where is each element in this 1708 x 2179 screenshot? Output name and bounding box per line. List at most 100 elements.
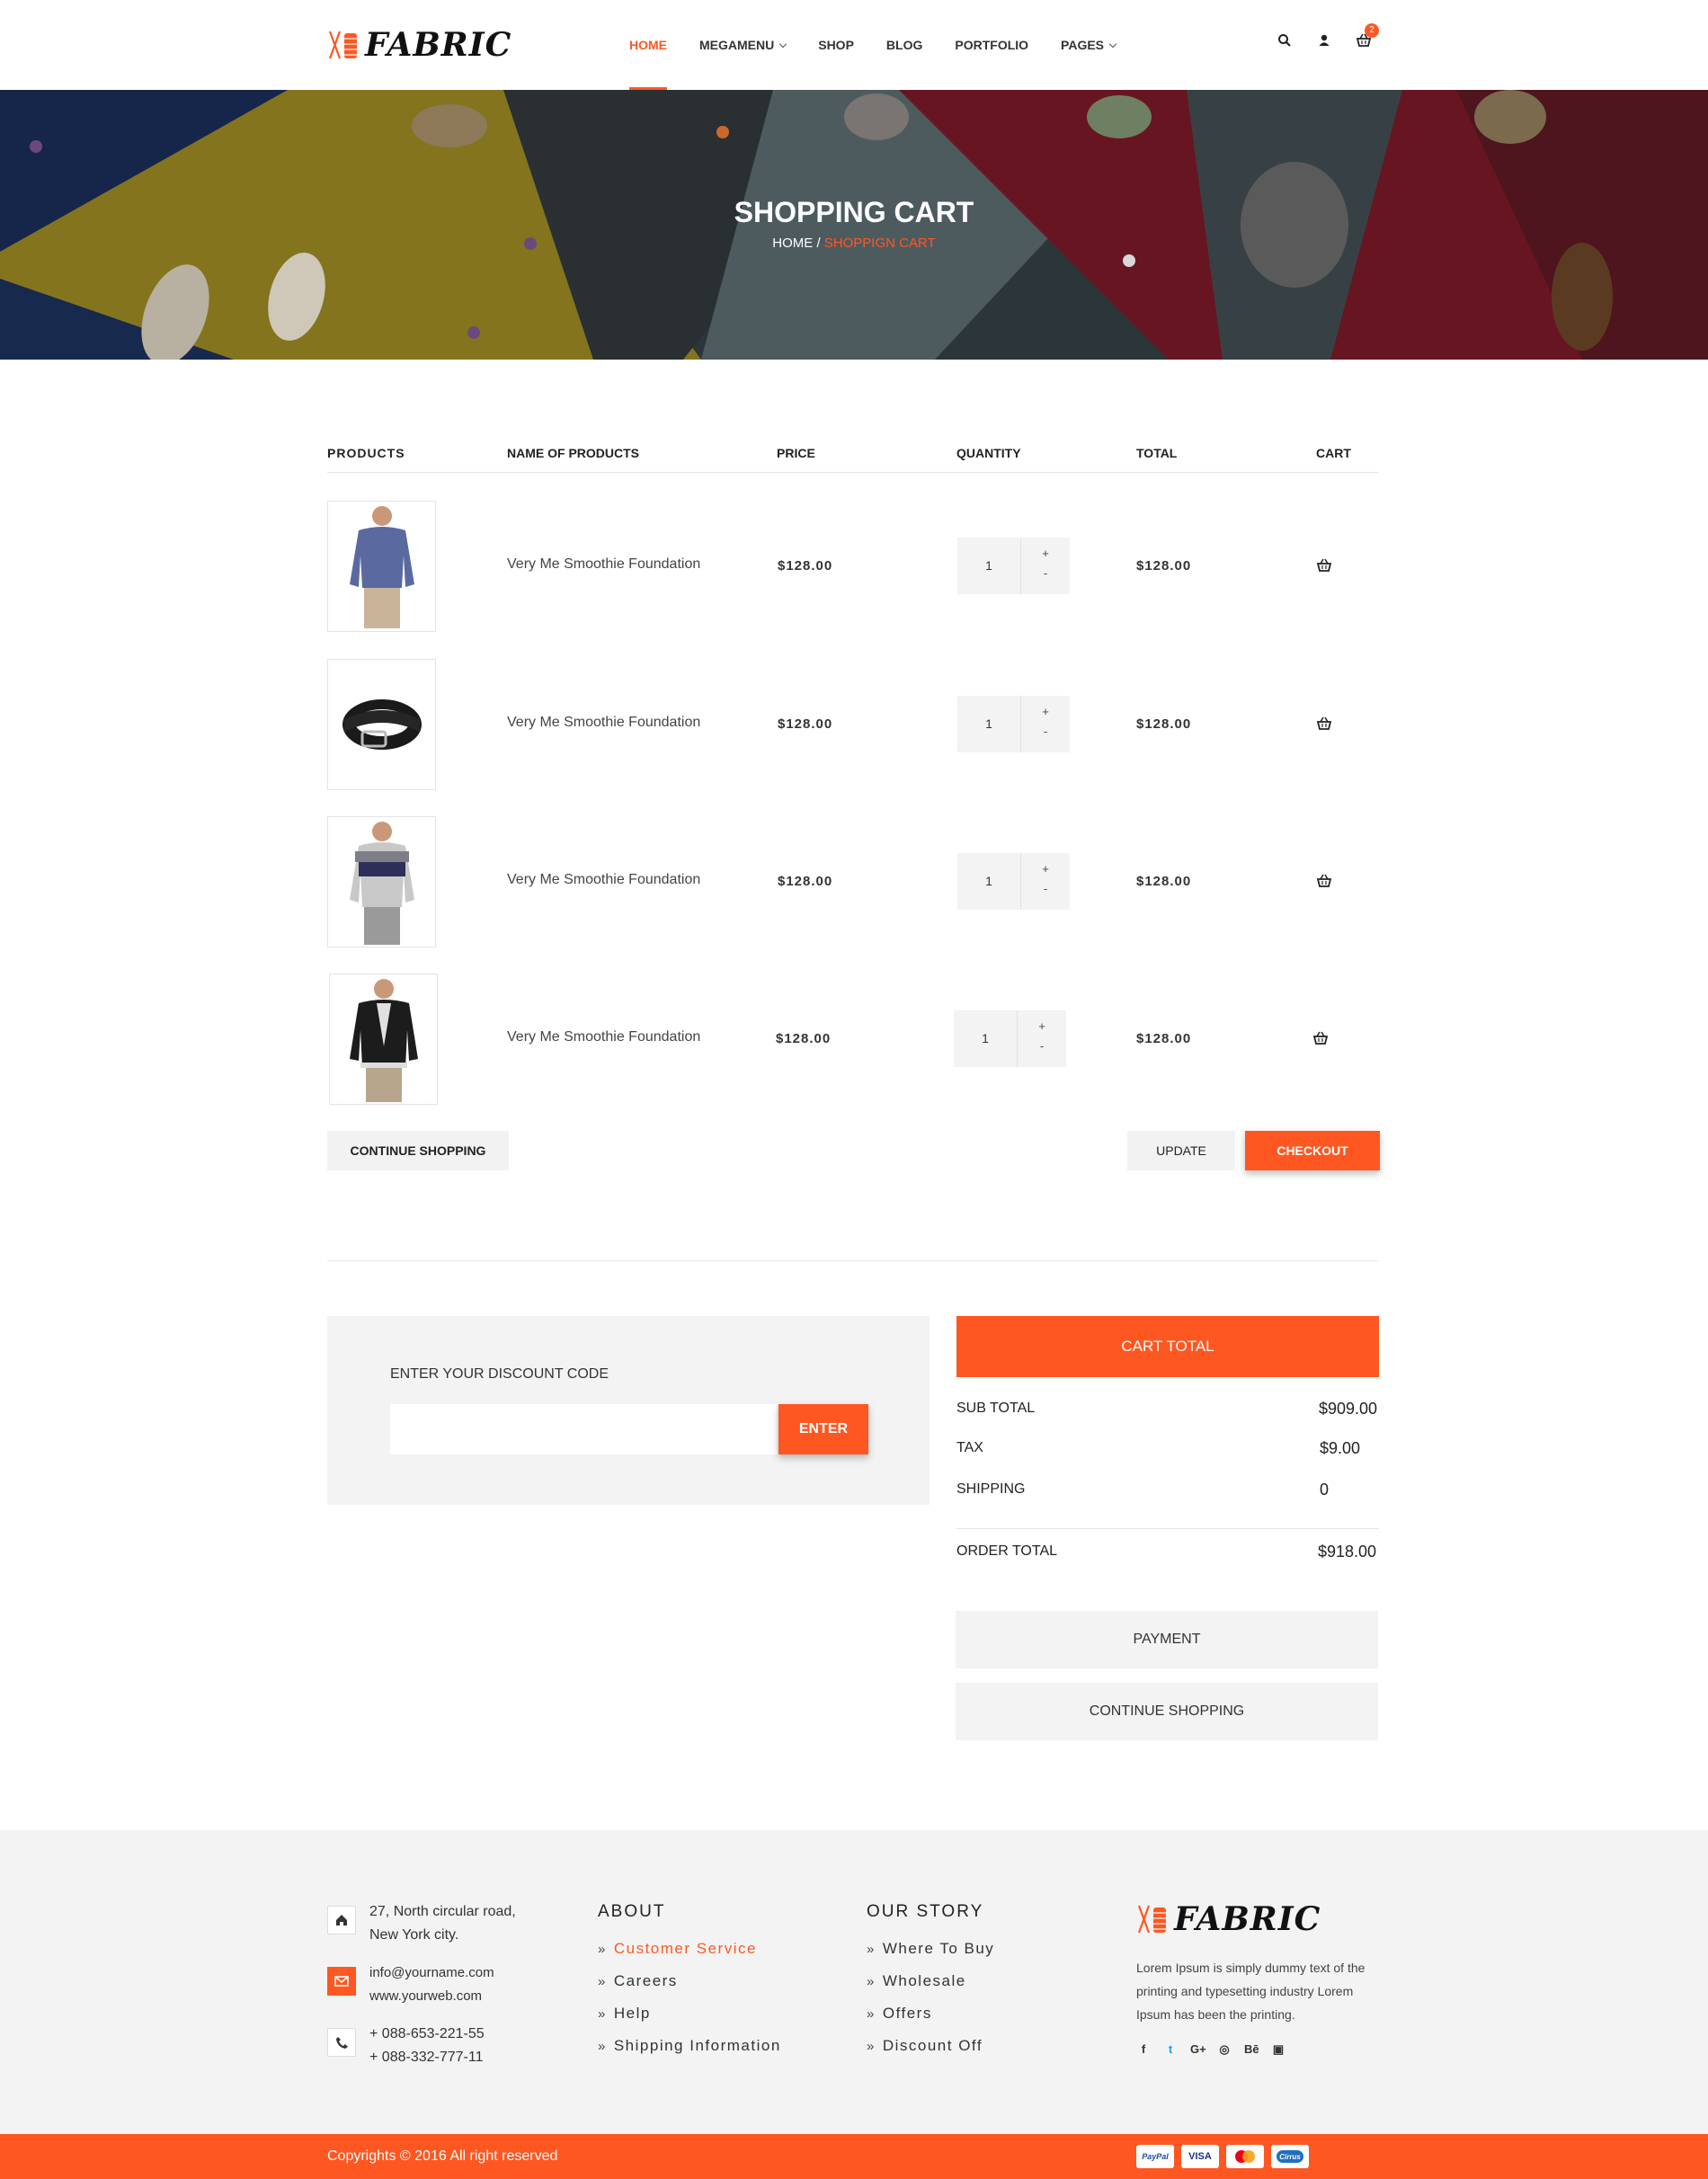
product-price: $128.00	[778, 558, 833, 574]
breadcrumb-current: SHOPPIGN CART	[823, 236, 936, 251]
tax-label: TAX	[956, 1440, 983, 1455]
footer-link-wholesale[interactable]: » Wholesale	[867, 1972, 966, 1990]
social-links: f t G+ ◎ Bē ▣	[1136, 2042, 1285, 2057]
nav-portfolio-label: PORTFOLIO	[955, 38, 1029, 52]
cart-count-badge: 2	[1365, 23, 1379, 38]
breadcrumb-separator: /	[813, 236, 824, 251]
breadcrumb-home[interactable]: HOME	[772, 236, 813, 251]
mastercard-card-icon	[1226, 2145, 1264, 2168]
user-icon[interactable]	[1316, 32, 1332, 49]
quantity-stepper: 1 + -	[957, 853, 1070, 910]
footer-link-discount[interactable]: » Discount Off	[867, 2037, 983, 2055]
nav-shop-label: SHOP	[818, 38, 854, 52]
nav-home[interactable]: HOME	[629, 0, 667, 90]
footer-link-careers[interactable]: » Careers	[598, 1972, 678, 1990]
quantity-plus-button[interactable]: +	[1021, 705, 1070, 718]
quantity-stepper: 1 + -	[957, 538, 1070, 594]
quantity-value[interactable]: 1	[957, 853, 1020, 910]
product-name[interactable]: Very Me Smoothie Foundation	[507, 1029, 700, 1045]
update-button[interactable]: UPDATE	[1127, 1131, 1235, 1170]
youtube-icon[interactable]: ▣	[1271, 2042, 1285, 2057]
blue-sweater-image	[350, 506, 414, 628]
logo-text: FABRIC	[365, 26, 512, 64]
footer-link-customer-service[interactable]: » Customer Service	[598, 1940, 757, 1958]
product-image[interactable]	[327, 659, 436, 790]
basket-icon[interactable]	[1312, 1030, 1329, 1046]
product-image[interactable]	[329, 974, 438, 1105]
nav-pages-label: PAGES	[1061, 38, 1105, 52]
quantity-plus-button[interactable]: +	[1021, 862, 1070, 876]
footer-link-where-to-buy[interactable]: » Where To Buy	[867, 1940, 994, 1958]
product-image[interactable]	[327, 501, 436, 632]
home-icon	[336, 1915, 347, 1926]
facebook-icon[interactable]: f	[1136, 2042, 1151, 2057]
basket-icon[interactable]	[1316, 873, 1332, 889]
quantity-plus-button[interactable]: +	[1018, 1019, 1066, 1033]
behance-icon[interactable]: Bē	[1244, 2042, 1259, 2057]
payment-button[interactable]: PAYMENT	[956, 1611, 1378, 1668]
basket-icon[interactable]	[1316, 557, 1332, 574]
breadcrumb: HOME / SHOPPIGN CART	[0, 236, 1708, 251]
main-nav: HOME MEGAMENU SHOP BLOG PORTFOLIO PAGES	[629, 0, 1148, 90]
checkout-button[interactable]: CHECKOUT	[1245, 1131, 1380, 1170]
quantity-value[interactable]: 1	[957, 696, 1020, 752]
footer-link-help[interactable]: » Help	[598, 2005, 651, 2023]
our-story-heading: OUR STORY	[867, 1902, 984, 1921]
dribbble-icon[interactable]: ◎	[1217, 2042, 1232, 2057]
product-image[interactable]	[327, 816, 436, 947]
footer-logo[interactable]: FABRIC	[1136, 1900, 1321, 1938]
footer-link-label: Help	[613, 2005, 651, 2022]
subtotal-label: SUB TOTAL	[956, 1401, 1036, 1416]
footer-logo-text: FABRIC	[1174, 1900, 1321, 1938]
quantity-minus-button[interactable]: -	[1021, 566, 1070, 580]
footer-email[interactable]: info@yourname.com	[369, 1961, 494, 1985]
leather-jacket-image	[350, 979, 418, 1102]
continue-shopping-wide-button[interactable]: CONTINUE SHOPPING	[956, 1683, 1378, 1740]
product-name[interactable]: Very Me Smoothie Foundation	[507, 715, 700, 731]
address-line-1: 27, North circular road,	[369, 1904, 516, 1919]
nav-pages[interactable]: PAGES	[1061, 0, 1117, 90]
nav-blog-label: BLOG	[885, 38, 923, 52]
nav-portfolio[interactable]: PORTFOLIO	[955, 0, 1028, 90]
product-name[interactable]: Very Me Smoothie Foundation	[507, 872, 700, 888]
product-name[interactable]: Very Me Smoothie Foundation	[507, 556, 700, 573]
footer-website[interactable]: www.yourweb.com	[369, 1985, 482, 2008]
quantity-minus-button[interactable]: -	[1021, 725, 1070, 738]
footer-link-shipping[interactable]: » Shipping Information	[598, 2037, 781, 2055]
quantity-minus-button[interactable]: -	[1018, 1039, 1066, 1053]
nav-shop[interactable]: SHOP	[818, 0, 854, 90]
col-total: TOTAL	[1136, 446, 1178, 460]
table-row: Very Me Smoothie Foundation $128.00 1 + …	[327, 974, 1379, 1105]
nav-blog[interactable]: BLOG	[886, 0, 922, 90]
discount-code-input[interactable]	[390, 1404, 777, 1454]
striped-sweater-image	[350, 822, 414, 945]
quantity-value[interactable]: 1	[954, 1010, 1017, 1067]
cart-button[interactable]: 2	[1356, 23, 1379, 49]
google-plus-icon[interactable]: G+	[1190, 2042, 1206, 2057]
basket-icon[interactable]	[1316, 716, 1332, 732]
double-chevron-icon: »	[867, 2039, 876, 2054]
quantity-stepper: 1 + -	[954, 1010, 1066, 1067]
nav-megamenu[interactable]: MEGAMENU	[699, 0, 787, 90]
continue-shopping-button[interactable]: CONTINUE SHOPPING	[327, 1131, 509, 1170]
home-icon-box	[327, 1906, 356, 1934]
logo[interactable]: FABRIC	[327, 25, 512, 65]
quantity-value[interactable]: 1	[957, 538, 1020, 594]
footer-link-offers[interactable]: » Offers	[867, 2005, 932, 2023]
enter-button[interactable]: ENTER	[778, 1404, 868, 1454]
order-total-value: $918.00	[1318, 1543, 1377, 1561]
product-total: $128.00	[1136, 558, 1192, 574]
product-price: $128.00	[776, 1031, 832, 1046]
search-icon[interactable]	[1277, 32, 1293, 49]
subtotal-value: $909.00	[1319, 1400, 1378, 1418]
twitter-icon[interactable]: t	[1163, 2042, 1178, 2057]
product-total: $128.00	[1136, 1031, 1192, 1046]
site-header: FABRIC HOME MEGAMENU SHOP BLOG PORTFOLIO…	[0, 0, 1708, 90]
col-quantity: QUANTITY	[956, 446, 1021, 460]
quantity-plus-button[interactable]: +	[1021, 547, 1070, 560]
nav-megamenu-label: MEGAMENU	[699, 38, 775, 52]
table-row: Very Me Smoothie Foundation $128.00 1 + …	[327, 501, 1379, 632]
about-heading: ABOUT	[598, 1902, 666, 1921]
quantity-minus-button[interactable]: -	[1021, 882, 1070, 895]
double-chevron-icon: »	[598, 1974, 607, 1989]
